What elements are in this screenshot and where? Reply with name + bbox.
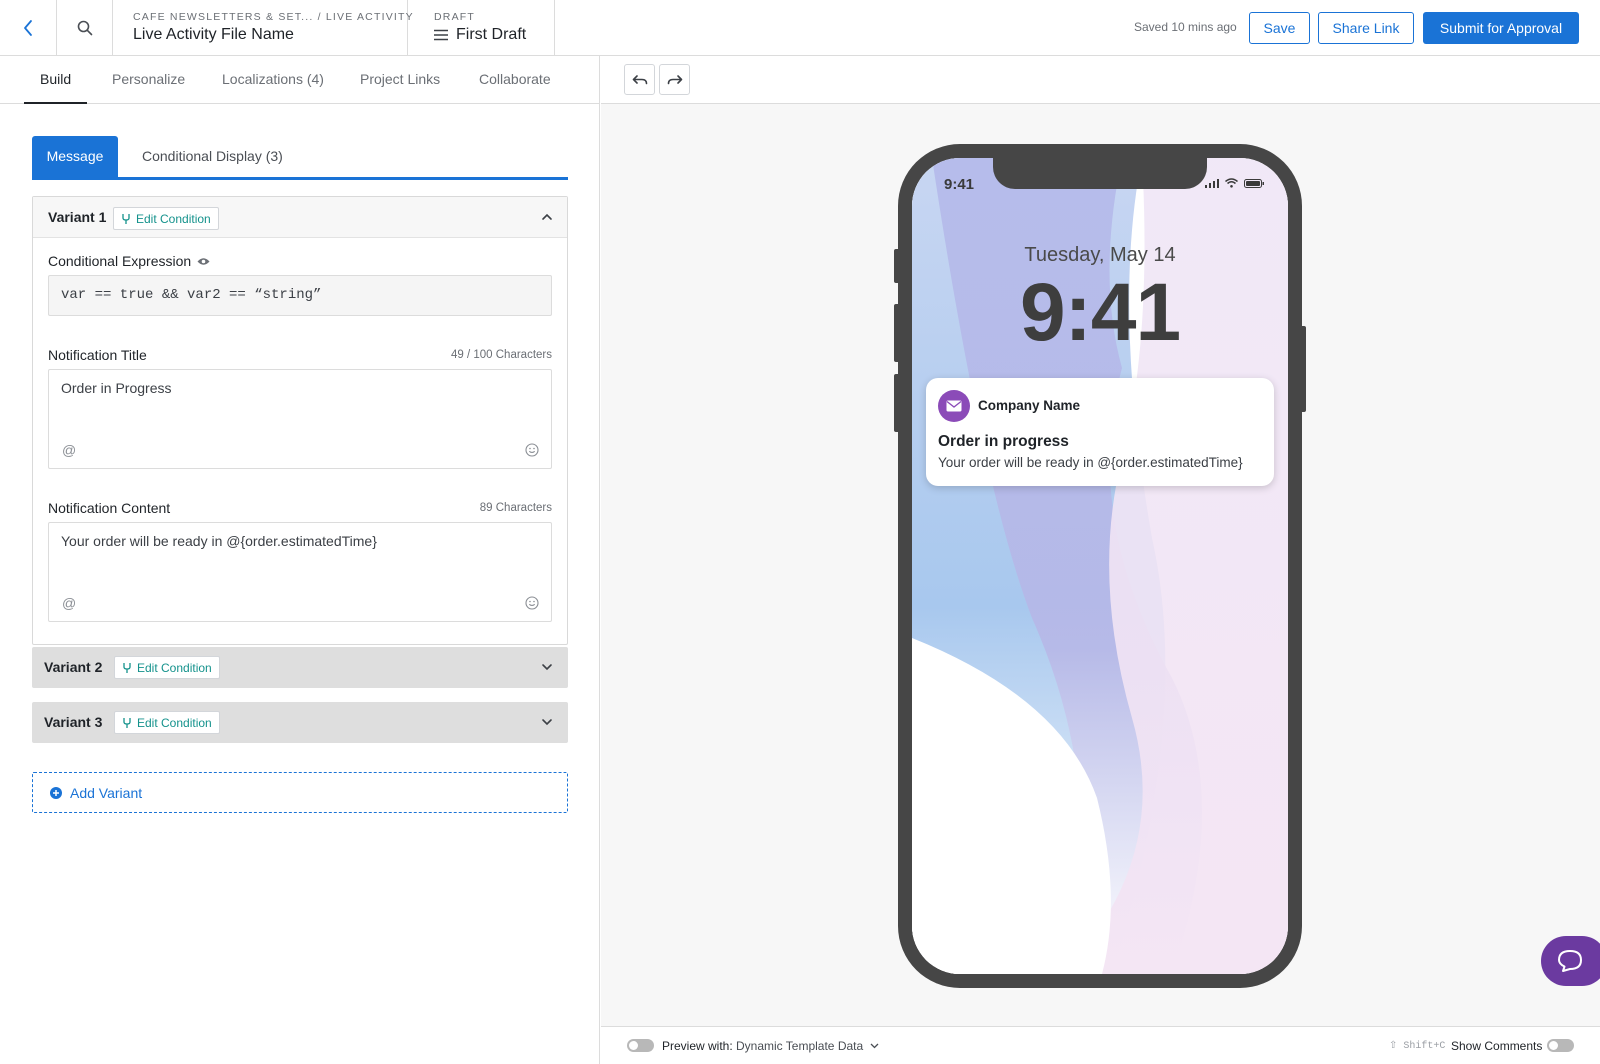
variant-1-edit-condition-button[interactable]: Edit Condition [113,207,219,230]
emoji-icon[interactable] [525,596,539,610]
redo-icon [667,74,682,84]
keyboard-shortcut-hint: ⇧ Shift+C [1389,1041,1446,1052]
notification-title-label: Notification Title [48,347,147,363]
tab-collaborate[interactable]: Collaborate [479,56,551,104]
tab-project-links[interactable]: Project Links [360,56,440,104]
preview-with-label: Preview with: [662,1039,733,1053]
phone-screen: 9:41 Tuesday, May 14 9:41 Company Name O… [912,158,1288,974]
draft-selector[interactable]: DRAFT First Draft [408,0,555,55]
lockscreen-time: 9:41 [1019,267,1181,358]
edit-condition-label: Edit Condition [137,715,212,730]
notification-company-name: Company Name [978,398,1081,413]
top-header: CAFE NEWSLETTERS & SET... / LIVE ACTIVIT… [0,0,1600,56]
eye-icon[interactable] [197,257,210,266]
save-button[interactable]: Save [1249,12,1310,44]
variant-2-label: Variant 2 [44,659,103,675]
chevron-down-icon [870,1043,879,1049]
file-breadcrumb: CAFE NEWSLETTERS & SET... / LIVE ACTIVIT… [113,0,413,55]
mention-button[interactable]: @ [62,442,76,458]
preview-with-toggle[interactable] [627,1039,654,1052]
preview-data-select[interactable]: Dynamic Template Data [736,1039,879,1053]
variant-3-edit-condition-button[interactable]: Edit Condition [114,711,220,734]
share-link-button[interactable]: Share Link [1318,12,1414,44]
tab-build[interactable]: Build [24,56,88,104]
undo-button[interactable] [624,64,655,95]
mention-button[interactable]: @ [62,595,76,611]
mail-icon [946,400,962,412]
content-subtabs: Message Conditional Display (3) [32,136,568,180]
notification-title: Order in progress [938,433,1069,450]
search-icon [77,20,92,35]
chevron-down-icon [542,719,552,726]
phone-notch [993,158,1207,189]
conditional-expression-input[interactable]: var == true && var2 == “string” [48,275,552,316]
show-comments-label: Show Comments [1451,1039,1543,1053]
tab-localizations[interactable]: Localizations (4) [222,56,324,104]
back-button[interactable] [0,0,57,55]
variant-3-label: Variant 3 [44,714,103,730]
variant-1-header[interactable]: Variant 1 Edit Condition [33,197,567,238]
hamburger-icon [434,29,448,41]
draft-label: DRAFT [434,11,475,23]
preview-canvas: 9:41 Tuesday, May 14 9:41 Company Name O… [601,104,1600,1026]
variant-1-panel: Variant 1 Edit Condition Conditional Exp… [32,196,568,645]
notification-content-char-count: 89 Characters [479,502,552,514]
show-comments-toggle[interactable] [1547,1039,1574,1052]
editor-panel: Build Personalize Localizations (4) Proj… [0,56,600,1064]
variant-1-label: Variant 1 [48,209,107,225]
preview-toolbar [601,56,1600,104]
chat-support-button[interactable] [1541,936,1600,986]
app-avatar [938,390,970,422]
branch-icon [123,717,131,728]
subtab-conditional-display[interactable]: Conditional Display (3) [142,136,283,177]
notification-title-field[interactable]: Order in Progress @ [48,369,552,469]
add-variant-button[interactable]: Add Variant [32,772,568,813]
branch-icon [122,213,130,224]
chevron-up-icon[interactable] [539,209,555,225]
chat-icon [1558,950,1582,972]
file-name[interactable]: Live Activity File Name [133,26,407,44]
search-button[interactable] [57,0,113,55]
submit-for-approval-button[interactable]: Submit for Approval [1423,12,1579,44]
battery-icon [1244,178,1264,188]
conditional-expression-text: Conditional Expression [48,253,192,269]
back-arrow-icon [24,19,32,36]
plus-circle-icon [50,786,62,799]
tab-personalize[interactable]: Personalize [112,56,185,104]
branch-icon [123,662,131,673]
notification-content-value: Your order will be ready in @{order.esti… [61,533,377,549]
notification-content-field[interactable]: Your order will be ready in @{order.esti… [48,522,552,622]
variant-3-header[interactable]: Variant 3 Edit Condition [32,702,568,743]
signal-icon [1205,178,1219,188]
notification-card: Company Name Order in progress Your orde… [926,378,1274,486]
redo-button[interactable] [659,64,690,95]
lockscreen-date: Tuesday, May 14 [1024,244,1176,266]
preview-bottom-bar: Preview with: Dynamic Template Data ⇧ Sh… [601,1026,1600,1064]
edit-condition-label: Edit Condition [136,211,211,226]
wifi-icon [1225,178,1238,188]
preview-data-value: Dynamic Template Data [736,1039,864,1053]
notification-title-value: Order in Progress [61,380,172,396]
variant-2-header[interactable]: Variant 2 Edit Condition [32,647,568,688]
notification-body: Your order will be ready in @{order.esti… [938,455,1243,470]
saved-status: Saved 10 mins ago [1134,20,1237,34]
notification-title-char-count: 49 / 100 Characters [450,349,552,361]
status-bar-icons [1205,178,1264,188]
draft-name: First Draft [456,26,527,43]
conditional-expression-label: Conditional Expression [48,253,210,269]
emoji-icon[interactable] [525,443,539,457]
add-variant-label: Add Variant [70,784,143,801]
editor-tabs: Build Personalize Localizations (4) Proj… [0,56,599,104]
edit-condition-label: Edit Condition [137,660,212,675]
phone-frame: 9:41 Tuesday, May 14 9:41 Company Name O… [898,144,1302,988]
undo-icon [632,74,647,84]
variant-2-edit-condition-button[interactable]: Edit Condition [114,656,220,679]
chevron-down-icon [542,664,552,671]
notification-content-label: Notification Content [48,500,171,516]
status-bar-time: 9:41 [944,176,975,193]
subtab-message[interactable]: Message [32,136,118,177]
breadcrumb[interactable]: CAFE NEWSLETTERS & SET... / LIVE ACTIVIT… [133,11,413,23]
